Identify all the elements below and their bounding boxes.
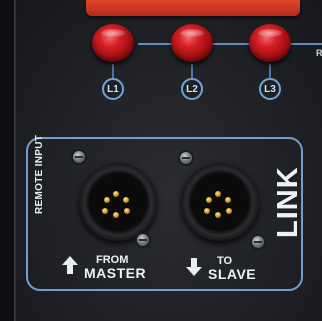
led-highlight — [258, 29, 282, 37]
connector-pin — [206, 197, 212, 203]
master-label: MASTER — [84, 265, 147, 281]
edge-label: R — [316, 48, 322, 58]
connector-pin — [124, 208, 130, 214]
led-highlight — [180, 29, 204, 37]
connector-pin — [215, 191, 221, 197]
orange-top-strip — [86, 0, 300, 16]
xlr-connector-from-master[interactable] — [79, 163, 157, 241]
connector-pin — [204, 208, 210, 214]
screw-icon — [73, 151, 85, 163]
indicator-label-l1: L1 — [102, 78, 124, 100]
screw-icon — [180, 152, 192, 164]
connector-pin — [113, 212, 119, 218]
device-panel-view: L1 L2 L3 R REMOTE INPUT LINK FROM MASTER… — [0, 0, 322, 321]
indicator-label-l3: L3 — [259, 78, 281, 100]
indicator-label-l2: L2 — [181, 78, 203, 100]
remote-input-label: REMOTE INPUT — [34, 134, 45, 214]
connector-pin — [226, 208, 232, 214]
slave-label: SLAVE — [208, 266, 257, 282]
up-arrow-icon — [62, 256, 78, 274]
connector-pin — [113, 191, 119, 197]
connector-pin — [104, 197, 110, 203]
led-highlight — [101, 29, 125, 37]
screw-icon — [252, 236, 264, 248]
connector-pin — [225, 197, 231, 203]
connector-pin — [215, 212, 221, 218]
down-arrow-icon — [186, 258, 202, 276]
link-title: LINK — [272, 166, 304, 238]
screw-icon — [137, 234, 149, 246]
connector-pin — [123, 197, 129, 203]
connector-pin — [102, 208, 108, 214]
xlr-connector-to-slave[interactable] — [181, 163, 259, 241]
